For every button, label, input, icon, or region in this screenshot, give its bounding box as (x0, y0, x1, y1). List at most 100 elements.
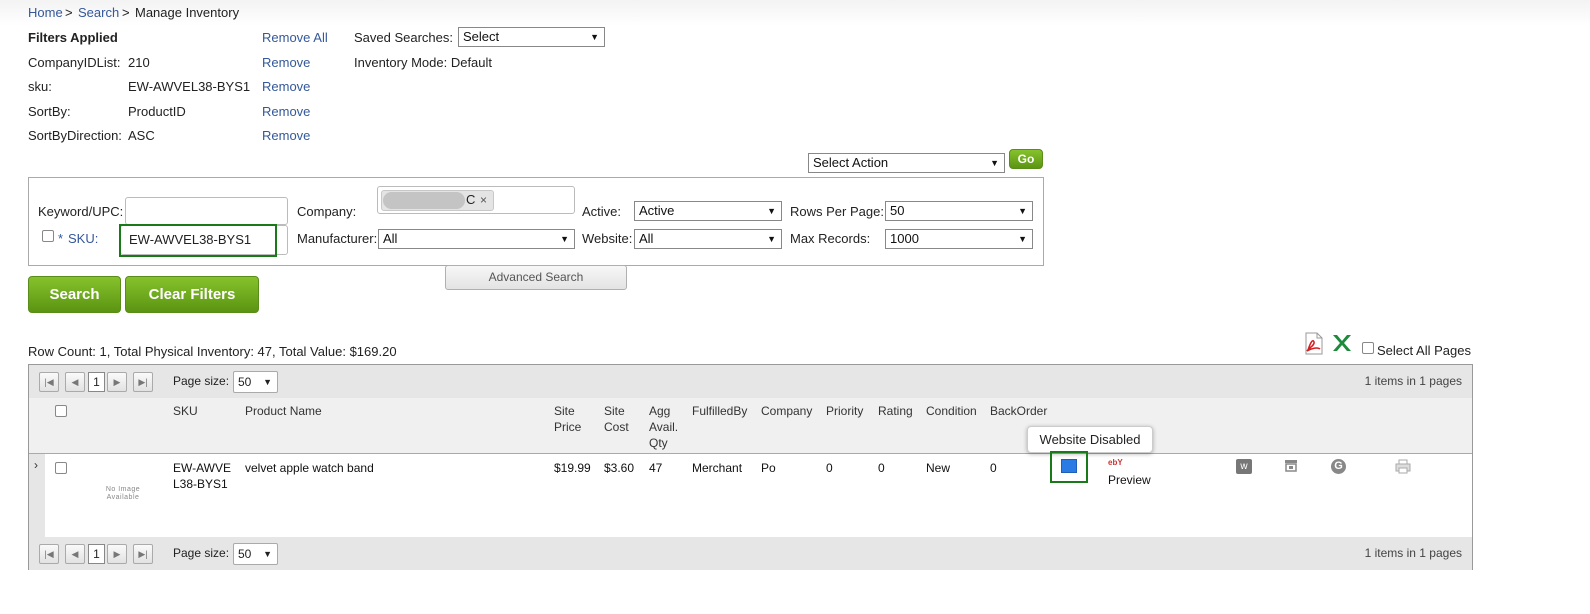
column-header-site-cost[interactable]: Site Cost (604, 403, 644, 435)
grid-header: SKU Product Name Site Price Site Cost Ag… (29, 398, 1472, 454)
current-page-number[interactable]: 1 (88, 544, 105, 564)
select-action-value: Select Action (813, 155, 889, 170)
company-chip-redacted (383, 192, 465, 209)
website-icon-highlight-frame (1050, 451, 1088, 483)
breadcrumb-home[interactable]: Home (28, 5, 63, 20)
saved-searches-select[interactable]: Select ▼ (458, 27, 605, 47)
website-label: Website: (582, 231, 633, 246)
print-icon[interactable] (1395, 459, 1411, 474)
ebay-icon[interactable]: ebY (1108, 458, 1123, 468)
row-sku[interactable]: EW-AWVEL38-BYS1 (173, 460, 237, 492)
chevron-down-icon: ▼ (590, 32, 599, 42)
page-size-select[interactable]: 50 ▼ (233, 543, 278, 565)
filter-remove-link[interactable]: Remove (262, 128, 310, 143)
row-select-checkbox[interactable] (55, 462, 67, 474)
column-header-sku[interactable]: SKU (173, 403, 198, 419)
page-size-value: 50 (238, 547, 252, 561)
row-agg-qty: 47 (649, 461, 663, 475)
sku-label[interactable]: SKU: (68, 231, 98, 246)
header-select-checkbox[interactable] (55, 405, 67, 417)
row-priority: 0 (826, 461, 833, 475)
rows-per-page-value: 50 (890, 203, 905, 218)
select-action-dropdown[interactable]: Select Action ▼ (808, 153, 1005, 173)
filter-remove-link[interactable]: Remove (262, 79, 310, 94)
column-header-backorder[interactable]: BackOrder (990, 403, 1047, 419)
filter-remove-link[interactable]: Remove (262, 104, 310, 119)
company-chip-remove-icon[interactable]: × (480, 193, 487, 207)
column-header-site-price[interactable]: Site Price (554, 403, 594, 435)
expand-row-icon[interactable]: › (34, 458, 38, 472)
page-size-label: Page size: (173, 546, 230, 560)
filter-value: ProductID (128, 104, 186, 119)
next-page-icon[interactable]: ▶ (107, 544, 127, 564)
breadcrumb-separator: > (65, 5, 73, 20)
company-chip: C × (381, 190, 494, 211)
wayfair-icon[interactable]: w (1236, 459, 1252, 474)
go-button[interactable]: Go (1009, 149, 1043, 169)
max-records-value: 1000 (890, 231, 919, 246)
inventory-mode-text: Inventory Mode: Default (354, 55, 493, 70)
chevron-down-icon: ▼ (767, 234, 776, 244)
next-page-icon[interactable]: ▶ (107, 372, 127, 392)
column-header-fulfilled-by[interactable]: FulfilledBy (692, 403, 747, 419)
search-button[interactable]: Search (28, 276, 121, 313)
rows-per-page-select[interactable]: 50 ▼ (885, 201, 1033, 221)
saved-searches-value: Select (463, 29, 500, 44)
website-value: All (639, 231, 654, 246)
filter-label: SortBy: (28, 104, 71, 119)
ship-icon[interactable] (1283, 458, 1299, 473)
advanced-search-button[interactable]: Advanced Search (445, 265, 627, 290)
items-info: 1 items in 1 pages (1364, 374, 1462, 388)
breadcrumb-search[interactable]: Search (78, 5, 119, 20)
first-page-icon[interactable]: |◀ (39, 544, 59, 564)
keyword-input[interactable] (125, 197, 288, 225)
max-records-select[interactable]: 1000 ▼ (885, 229, 1033, 249)
row-site-cost: $3.60 (604, 461, 635, 475)
rows-per-page-label: Rows Per Page: (790, 204, 884, 219)
sku-required-marker: * (58, 231, 64, 246)
row-backorder: 0 (990, 461, 997, 475)
breadcrumb-separator: > (122, 5, 130, 20)
breadcrumb-current: Manage Inventory (135, 5, 240, 20)
active-select[interactable]: Active ▼ (634, 201, 782, 221)
company-chip-text: C (466, 192, 476, 207)
no-image-placeholder: No Image Available (105, 486, 141, 501)
column-header-priority[interactable]: Priority (826, 403, 863, 419)
filter-label: sku: (28, 79, 52, 94)
filter-remove-link[interactable]: Remove (262, 55, 310, 70)
prev-page-icon[interactable]: ◀ (65, 544, 85, 564)
website-disabled-tooltip: Website Disabled (1027, 426, 1153, 453)
column-header-agg-qty[interactable]: Agg Avail. Qty (649, 403, 691, 451)
row-product-name[interactable]: velvet apple watch band (245, 460, 374, 476)
pager-top: |◀ ◀ 1 ▶ ▶| Page size: 50 ▼ 1 items in 1… (29, 365, 1472, 398)
website-select[interactable]: All ▼ (634, 229, 782, 249)
filters-applied-title: Filters Applied (28, 30, 118, 45)
preview-link[interactable]: Preview (1108, 472, 1151, 488)
column-header-rating[interactable]: Rating (878, 403, 913, 419)
select-all-pages-label: Select All Pages (1377, 343, 1471, 358)
remove-all-link[interactable]: Remove All (262, 30, 328, 45)
last-page-icon[interactable]: ▶| (133, 372, 153, 392)
company-label: Company: (297, 204, 357, 219)
clear-filters-button[interactable]: Clear Filters (125, 276, 259, 313)
pdf-export-icon[interactable] (1303, 332, 1325, 355)
page-size-label: Page size: (173, 374, 230, 388)
page-size-select[interactable]: 50 ▼ (233, 371, 278, 393)
row-condition: New (926, 461, 951, 475)
column-header-product-name[interactable]: Product Name (245, 403, 322, 419)
filter-value: ASC (128, 128, 155, 143)
current-page-number[interactable]: 1 (88, 372, 105, 392)
first-page-icon[interactable]: |◀ (39, 372, 59, 392)
prev-page-icon[interactable]: ◀ (65, 372, 85, 392)
row-expand-gutter: › (29, 454, 45, 537)
sku-checkbox[interactable] (42, 230, 54, 242)
manufacturer-select[interactable]: All ▼ (378, 229, 575, 249)
column-header-condition[interactable]: Condition (926, 403, 977, 419)
last-page-icon[interactable]: ▶| (133, 544, 153, 564)
column-header-company[interactable]: Company (761, 403, 812, 419)
max-records-label: Max Records: (790, 231, 871, 246)
select-all-pages-checkbox[interactable] (1362, 342, 1374, 354)
excel-export-icon[interactable] (1331, 333, 1353, 353)
refresh-icon[interactable]: G (1331, 459, 1346, 474)
pager-bottom: |◀ ◀ 1 ▶ ▶| Page size: 50 ▼ 1 items in 1… (29, 537, 1472, 570)
